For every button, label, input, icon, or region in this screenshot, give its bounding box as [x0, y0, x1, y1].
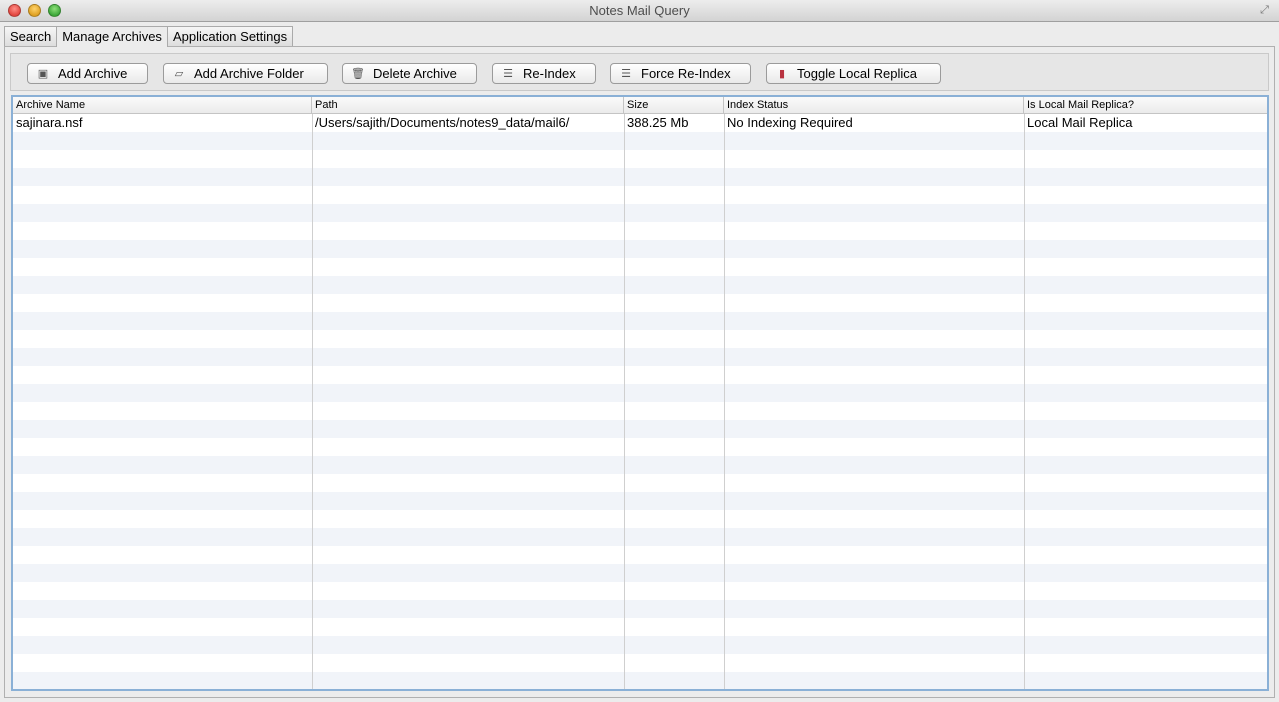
force-reindex-button[interactable]: ☰ Force Re-Index: [610, 63, 751, 84]
folder-icon: ▱: [174, 67, 184, 80]
add-archive-folder-label: Add Archive Folder: [194, 66, 304, 81]
column-header-path[interactable]: Path: [312, 97, 624, 114]
table-header: Archive Name Path Size Index Status Is L…: [13, 97, 1267, 114]
cell-index-status: No Indexing Required: [727, 115, 853, 130]
list-index-icon: ☰: [621, 67, 631, 80]
column-divider: [1024, 114, 1025, 689]
column-divider: [724, 114, 725, 689]
tab-manage-archives[interactable]: Manage Archives: [56, 26, 168, 47]
fullscreen-icon[interactable]: ⤢: [1258, 4, 1271, 17]
list-index-icon: ☰: [503, 67, 513, 80]
cell-is-local-replica: Local Mail Replica: [1027, 115, 1133, 130]
archive-box-icon: ▣: [37, 67, 49, 80]
add-archive-button[interactable]: ▣ Add Archive: [27, 63, 148, 84]
column-header-is-local-replica[interactable]: Is Local Mail Replica?: [1024, 97, 1267, 114]
table-body: sajinara.nsf /Users/sajith/Documents/not…: [13, 114, 1267, 689]
add-archive-label: Add Archive: [58, 66, 128, 81]
archives-table[interactable]: Archive Name Path Size Index Status Is L…: [11, 95, 1269, 691]
tab-search[interactable]: Search: [4, 26, 58, 47]
delete-archive-button[interactable]: 🗑 Delete Archive: [342, 63, 477, 84]
archive-toolbar: ▣ Add Archive ▱ Add Archive Folder 🗑 Del…: [10, 53, 1269, 91]
column-divider: [312, 114, 313, 689]
reindex-label: Re-Index: [523, 66, 576, 81]
column-header-archive-name[interactable]: Archive Name: [13, 97, 312, 114]
trash-icon: 🗑: [351, 67, 365, 80]
column-divider: [624, 114, 625, 689]
window-title: Notes Mail Query: [589, 3, 690, 18]
tab-application-settings[interactable]: Application Settings: [166, 26, 294, 47]
toggle-local-replica-button[interactable]: ▮ Toggle Local Replica: [766, 63, 941, 84]
column-header-index-status[interactable]: Index Status: [724, 97, 1024, 114]
delete-archive-label: Delete Archive: [373, 66, 457, 81]
tab-bar: Search Manage Archives Application Setti…: [4, 26, 294, 47]
app-window: Notes Mail Query ⤢ Search Manage Archive…: [0, 0, 1279, 702]
force-reindex-label: Force Re-Index: [641, 66, 731, 81]
cell-archive-name: sajinara.nsf: [16, 115, 83, 130]
reindex-button[interactable]: ☰ Re-Index: [492, 63, 596, 84]
table-row[interactable]: sajinara.nsf /Users/sajith/Documents/not…: [13, 114, 1267, 132]
toggle-local-replica-label: Toggle Local Replica: [797, 66, 917, 81]
cell-path: /Users/sajith/Documents/notes9_data/mail…: [315, 115, 570, 130]
cell-size: 388.25 Mb: [627, 115, 689, 130]
column-header-size[interactable]: Size: [624, 97, 724, 114]
title-bar[interactable]: Notes Mail Query ⤢: [0, 0, 1279, 22]
book-icon: ▮: [778, 67, 786, 80]
manage-archives-panel: ▣ Add Archive ▱ Add Archive Folder 🗑 Del…: [4, 46, 1275, 698]
add-archive-folder-button[interactable]: ▱ Add Archive Folder: [163, 63, 328, 84]
